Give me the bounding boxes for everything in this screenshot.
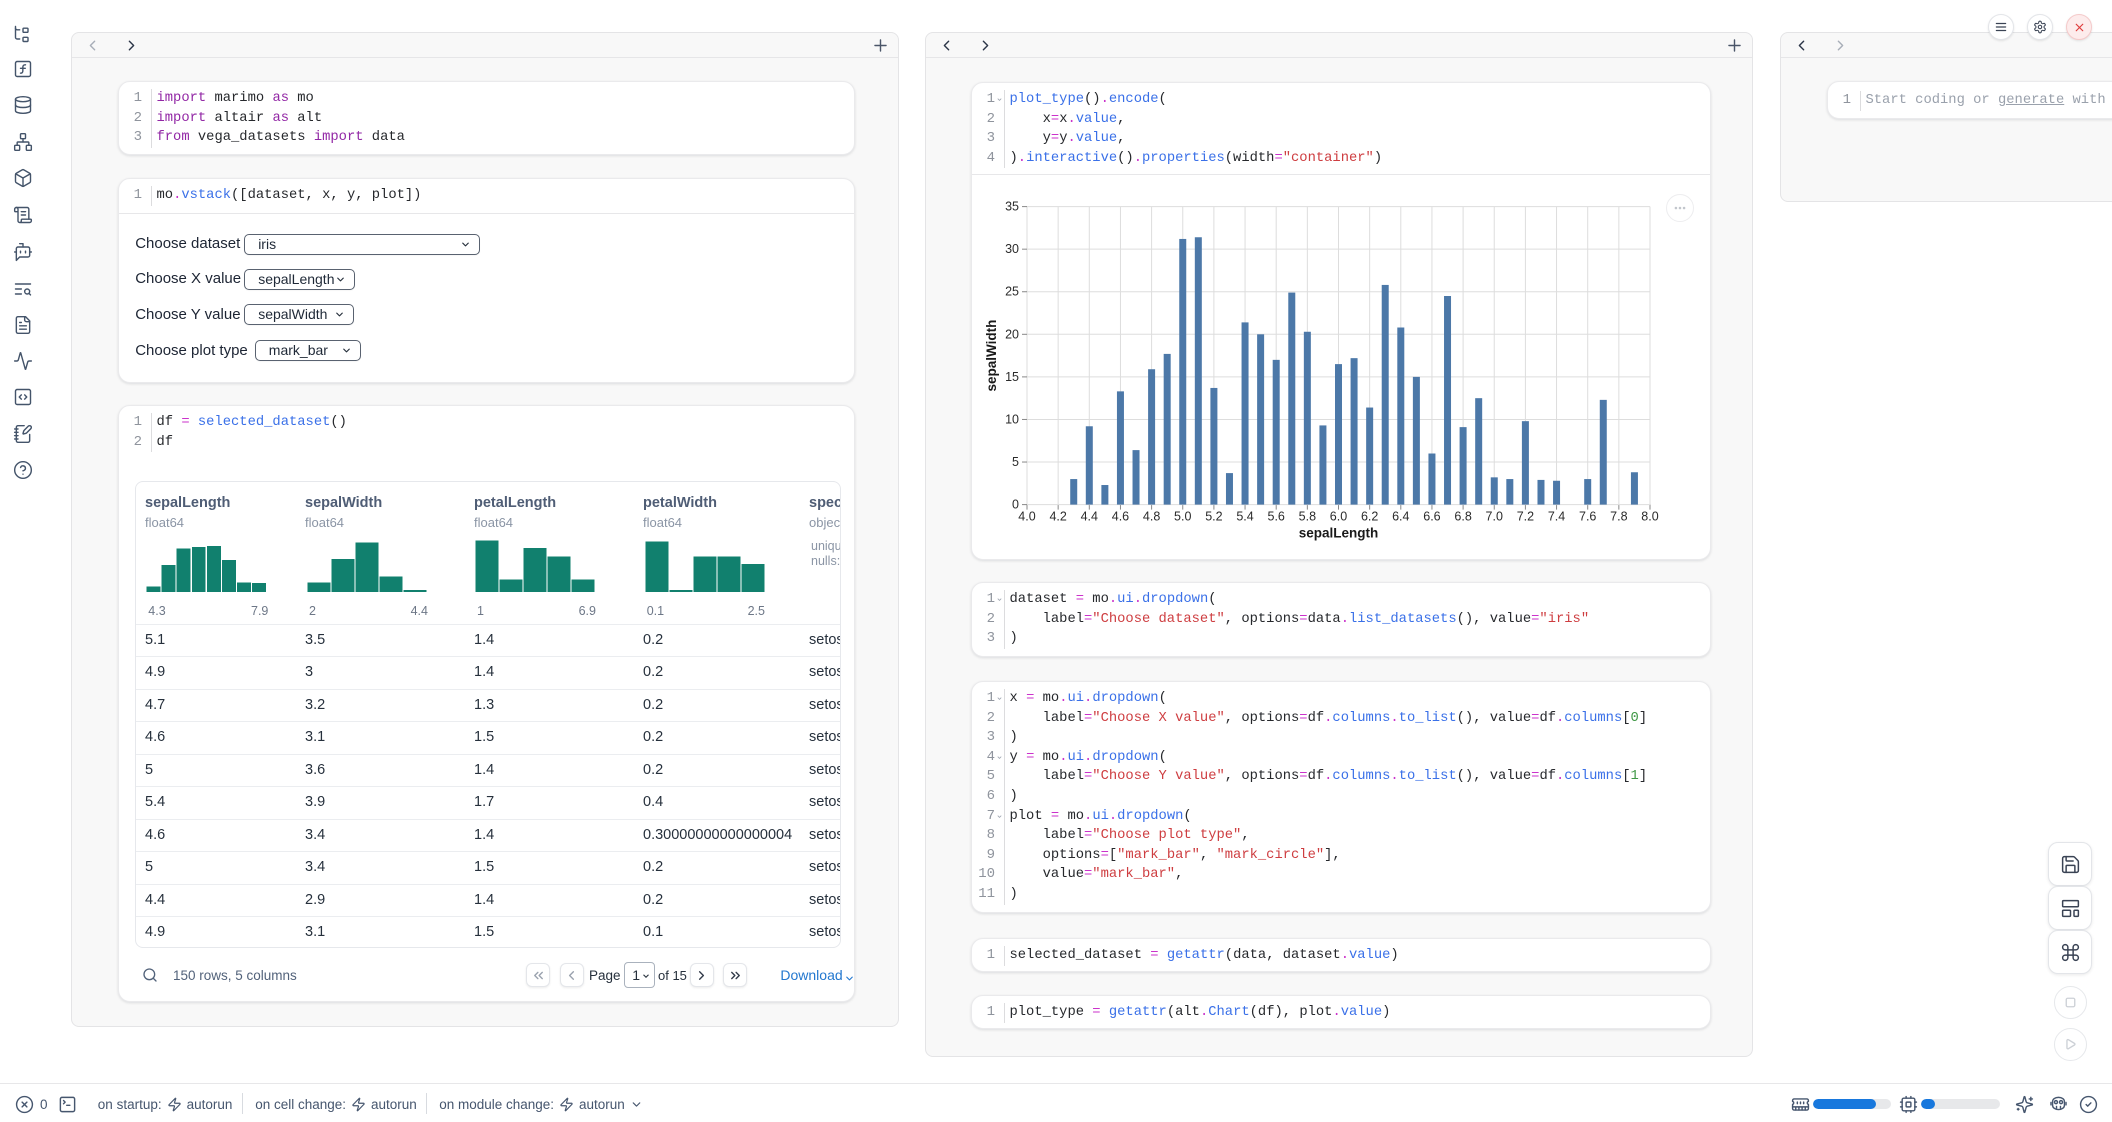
svg-text:5.8: 5.8 bbox=[1299, 510, 1316, 524]
svg-text:20: 20 bbox=[1005, 327, 1019, 341]
svg-text:6.8: 6.8 bbox=[1454, 510, 1471, 524]
svg-text:6.6: 6.6 bbox=[1423, 510, 1440, 524]
svg-text:sepalLength: sepalLength bbox=[1299, 526, 1379, 541]
svg-text:4.0: 4.0 bbox=[1018, 510, 1035, 524]
svg-text:4.4: 4.4 bbox=[1081, 510, 1098, 524]
svg-text:4.8: 4.8 bbox=[1143, 510, 1160, 524]
svg-text:7.8: 7.8 bbox=[1610, 510, 1627, 524]
svg-text:25: 25 bbox=[1005, 285, 1019, 299]
svg-text:5.4: 5.4 bbox=[1236, 510, 1253, 524]
svg-text:6.4: 6.4 bbox=[1392, 510, 1409, 524]
svg-text:7.4: 7.4 bbox=[1548, 510, 1565, 524]
svg-text:7.6: 7.6 bbox=[1579, 510, 1596, 524]
svg-text:8.0: 8.0 bbox=[1641, 510, 1658, 524]
svg-text:4.2: 4.2 bbox=[1049, 510, 1066, 524]
svg-text:30: 30 bbox=[1005, 242, 1019, 256]
svg-text:7.2: 7.2 bbox=[1517, 510, 1534, 524]
svg-text:5: 5 bbox=[1012, 455, 1019, 469]
svg-text:6.2: 6.2 bbox=[1361, 510, 1378, 524]
svg-text:35: 35 bbox=[1005, 200, 1019, 214]
svg-text:6.0: 6.0 bbox=[1330, 510, 1347, 524]
svg-text:5.2: 5.2 bbox=[1205, 510, 1222, 524]
svg-text:0: 0 bbox=[1012, 498, 1019, 512]
svg-text:15: 15 bbox=[1005, 370, 1019, 384]
svg-text:sepalWidth: sepalWidth bbox=[984, 320, 999, 392]
svg-text:5.0: 5.0 bbox=[1174, 510, 1191, 524]
svg-text:10: 10 bbox=[1005, 412, 1019, 426]
svg-text:4.6: 4.6 bbox=[1112, 510, 1129, 524]
svg-text:5.6: 5.6 bbox=[1268, 510, 1285, 524]
svg-text:7.0: 7.0 bbox=[1486, 510, 1503, 524]
